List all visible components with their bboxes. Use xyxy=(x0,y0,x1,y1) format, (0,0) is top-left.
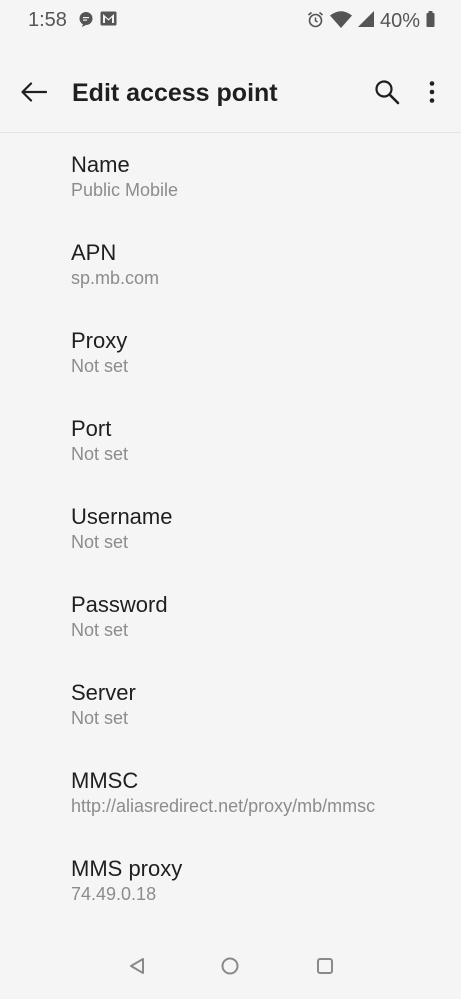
setting-title: Server xyxy=(71,680,136,705)
search-icon xyxy=(374,79,400,110)
more-options-button[interactable] xyxy=(418,80,446,108)
setting-value: sp.mb.com xyxy=(71,268,160,288)
setting-title: Port xyxy=(71,416,112,441)
setting-apn[interactable]: APN sp.mb.com xyxy=(0,221,461,309)
signal-icon xyxy=(357,11,374,32)
nav-back-icon xyxy=(128,957,146,980)
nav-back-button[interactable] xyxy=(125,956,149,980)
setting-value: Not set xyxy=(71,532,129,552)
status-right-icons: 40% xyxy=(307,10,435,33)
setting-title: Name xyxy=(71,152,130,177)
back-arrow-icon xyxy=(21,81,48,107)
setting-value: Not set xyxy=(71,708,129,728)
setting-title: Proxy xyxy=(71,328,128,353)
wifi-icon xyxy=(329,10,352,33)
nav-recents-icon xyxy=(316,957,334,980)
back-button[interactable] xyxy=(18,80,50,108)
battery-icon xyxy=(426,11,435,32)
notification-icons xyxy=(78,11,117,32)
setting-value: Not set xyxy=(71,620,129,640)
setting-value: 74.49.0.18 xyxy=(71,884,157,904)
settings-list: Name Public Mobile APN sp.mb.com Proxy N… xyxy=(0,133,461,925)
battery-percentage: 40% xyxy=(379,10,420,32)
setting-name[interactable]: Name Public Mobile xyxy=(0,133,461,221)
more-vert-icon xyxy=(428,80,436,109)
setting-value: Public Mobile xyxy=(71,180,179,200)
setting-port[interactable]: Port Not set xyxy=(0,397,461,485)
setting-server[interactable]: Server Not set xyxy=(0,661,461,749)
setting-value: Not set xyxy=(71,444,129,464)
nav-home-button[interactable] xyxy=(218,956,242,980)
setting-title: APN xyxy=(71,240,117,265)
gmail-icon xyxy=(100,11,117,32)
setting-username[interactable]: Username Not set xyxy=(0,485,461,573)
setting-title: MMS proxy xyxy=(71,856,183,881)
setting-value: http://aliasredirect.net/proxy/mb/mmsc xyxy=(71,796,376,816)
setting-title: Password xyxy=(71,592,168,617)
setting-title: MMSC xyxy=(71,768,139,793)
app-bar: Edit access point xyxy=(0,56,461,133)
message-icon xyxy=(78,11,94,32)
status-time: 1:58 xyxy=(28,9,67,31)
navigation-bar xyxy=(0,942,461,994)
setting-password[interactable]: Password Not set xyxy=(0,573,461,661)
setting-value: Not set xyxy=(71,356,129,376)
page-title: Edit access point xyxy=(72,79,278,107)
setting-proxy[interactable]: Proxy Not set xyxy=(0,309,461,397)
search-button[interactable] xyxy=(371,79,403,110)
status-bar: 1:58 40% xyxy=(0,0,461,42)
alarm-icon xyxy=(307,11,324,33)
nav-recents-button[interactable] xyxy=(313,956,337,980)
setting-mmsc[interactable]: MMSC http://aliasredirect.net/proxy/mb/m… xyxy=(0,749,461,837)
setting-title: Username xyxy=(71,504,173,529)
setting-mms-proxy[interactable]: MMS proxy 74.49.0.18 xyxy=(0,837,461,925)
nav-home-icon xyxy=(220,956,240,981)
